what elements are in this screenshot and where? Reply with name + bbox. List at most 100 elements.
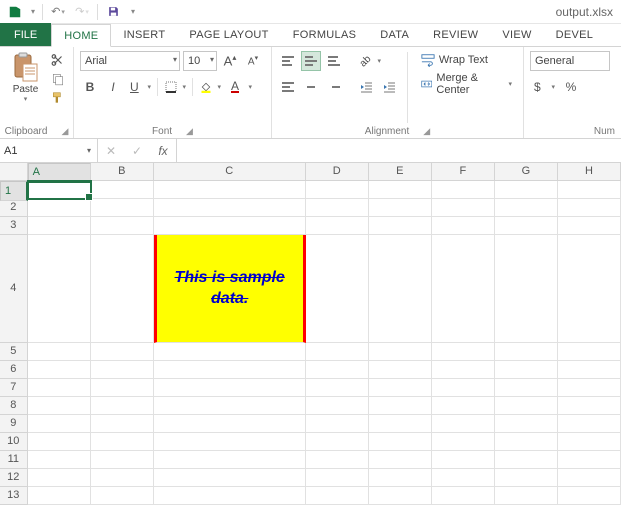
cell[interactable] — [306, 199, 369, 217]
cell[interactable] — [558, 343, 621, 361]
row-header-6[interactable]: 6 — [0, 361, 28, 379]
cell[interactable] — [558, 397, 621, 415]
align-left-button[interactable] — [278, 77, 298, 97]
cell[interactable] — [495, 181, 558, 199]
redo-button[interactable]: ↷▾ — [71, 2, 93, 22]
cell[interactable] — [154, 379, 306, 397]
borders-button[interactable] — [161, 77, 189, 97]
cell[interactable] — [154, 451, 306, 469]
enter-button[interactable]: ✓ — [124, 144, 150, 158]
cell[interactable] — [558, 415, 621, 433]
cell[interactable] — [558, 487, 621, 505]
cell[interactable] — [369, 487, 432, 505]
row-header-11[interactable]: 11 — [0, 451, 28, 469]
wrap-text-button[interactable]: Wrap Text — [416, 50, 517, 70]
row-header-4[interactable]: 4 — [0, 235, 28, 343]
row-header-7[interactable]: 7 — [0, 379, 28, 397]
cell[interactable] — [558, 379, 621, 397]
cell[interactable] — [154, 487, 306, 505]
cell[interactable] — [28, 343, 91, 361]
shrink-font-button[interactable]: A▾ — [243, 51, 263, 71]
cell[interactable] — [495, 235, 558, 343]
decrease-indent-button[interactable] — [356, 77, 376, 97]
number-format-select[interactable]: General — [530, 51, 610, 71]
cell[interactable] — [558, 235, 621, 343]
cell[interactable] — [432, 235, 495, 343]
col-header-g[interactable]: G — [495, 163, 558, 181]
cell[interactable] — [369, 379, 432, 397]
cell-c4[interactable]: This is sample data. — [154, 235, 306, 343]
cell[interactable] — [558, 181, 621, 199]
tab-developer[interactable]: DEVEL — [544, 23, 606, 46]
cell[interactable] — [91, 235, 154, 343]
font-size-select[interactable]: 10▾ — [183, 51, 217, 71]
cell[interactable] — [28, 415, 91, 433]
cell[interactable] — [28, 217, 91, 235]
cell[interactable] — [369, 415, 432, 433]
cell[interactable] — [432, 451, 495, 469]
tab-review[interactable]: REVIEW — [421, 23, 490, 46]
cell[interactable] — [558, 199, 621, 217]
cell[interactable] — [91, 199, 154, 217]
bold-button[interactable]: B — [80, 77, 100, 97]
cell[interactable] — [495, 397, 558, 415]
cell[interactable] — [306, 181, 369, 199]
cell[interactable] — [306, 451, 369, 469]
align-bottom-button[interactable] — [324, 51, 344, 71]
cell[interactable] — [306, 379, 369, 397]
grow-font-button[interactable]: A▴ — [220, 51, 240, 71]
cell[interactable] — [91, 451, 154, 469]
row-header-8[interactable]: 8 — [0, 397, 28, 415]
row-header-10[interactable]: 10 — [0, 433, 28, 451]
cell[interactable] — [495, 451, 558, 469]
italic-button[interactable]: I — [103, 77, 123, 97]
qat-dropdown-icon[interactable]: ▾ — [28, 2, 38, 22]
cell[interactable] — [558, 361, 621, 379]
format-painter-button[interactable] — [49, 90, 67, 106]
cell[interactable] — [154, 415, 306, 433]
font-color-button[interactable]: A — [227, 77, 255, 97]
cell[interactable] — [495, 487, 558, 505]
row-header-9[interactable]: 9 — [0, 415, 28, 433]
orientation-button[interactable]: ab — [356, 51, 384, 71]
cell[interactable] — [154, 361, 306, 379]
cancel-button[interactable]: ✕ — [98, 144, 124, 158]
cell[interactable] — [558, 217, 621, 235]
dialog-launcher-icon[interactable]: ◢ — [186, 126, 193, 137]
cell[interactable] — [306, 235, 369, 343]
accounting-format-button[interactable]: $ — [530, 77, 558, 97]
cell[interactable] — [432, 343, 495, 361]
dialog-launcher-icon[interactable]: ◢ — [61, 126, 68, 137]
cell[interactable] — [495, 415, 558, 433]
copy-button[interactable] — [49, 71, 67, 87]
tab-insert[interactable]: INSERT — [111, 23, 177, 46]
col-header-b[interactable]: B — [91, 163, 154, 181]
cell[interactable] — [28, 199, 91, 217]
cell[interactable] — [91, 415, 154, 433]
row-header-3[interactable]: 3 — [0, 217, 28, 235]
cell[interactable] — [495, 343, 558, 361]
cell[interactable] — [154, 469, 306, 487]
cell[interactable] — [154, 217, 306, 235]
cell[interactable] — [369, 199, 432, 217]
cell[interactable] — [369, 469, 432, 487]
cell[interactable] — [154, 343, 306, 361]
paste-button[interactable]: Paste ▾ — [6, 50, 45, 125]
cell[interactable] — [558, 451, 621, 469]
cell[interactable] — [91, 487, 154, 505]
align-center-button[interactable] — [301, 77, 321, 97]
dialog-launcher-icon[interactable]: ◢ — [423, 126, 430, 137]
qat-customize-icon[interactable]: ▾ — [126, 2, 140, 22]
row-header-5[interactable]: 5 — [0, 343, 28, 361]
select-all-corner[interactable] — [0, 163, 28, 181]
cell[interactable] — [28, 235, 91, 343]
cell[interactable] — [432, 199, 495, 217]
cell[interactable] — [28, 451, 91, 469]
cell[interactable] — [432, 469, 495, 487]
cell[interactable] — [306, 217, 369, 235]
cell[interactable] — [432, 181, 495, 199]
tab-data[interactable]: DATA — [368, 23, 421, 46]
cell[interactable] — [306, 361, 369, 379]
cell[interactable] — [369, 397, 432, 415]
cell[interactable] — [495, 217, 558, 235]
